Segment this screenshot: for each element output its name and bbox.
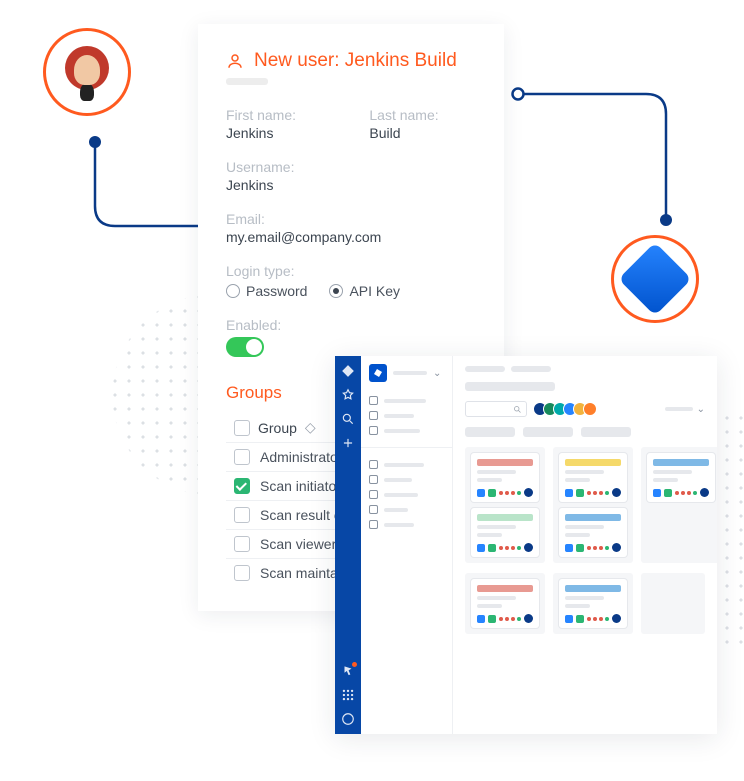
sidebar-item[interactable] xyxy=(369,460,444,469)
group-name: Scan viewers xyxy=(260,536,343,552)
first-name-value[interactable]: Jenkins xyxy=(226,125,333,141)
board-card[interactable] xyxy=(559,579,627,628)
nav-help-icon[interactable] xyxy=(341,712,355,726)
board-column[interactable] xyxy=(553,573,633,634)
project-sidebar: ⌄ xyxy=(361,356,453,734)
board-content: ⌄ xyxy=(453,356,717,734)
breadcrumb xyxy=(465,366,705,372)
login-type-apikey[interactable]: API Key xyxy=(329,283,400,299)
chevron-down-icon[interactable]: ⌄ xyxy=(697,404,705,415)
board-column[interactable] xyxy=(641,447,717,563)
project-icon[interactable] xyxy=(369,364,387,382)
jira-icon xyxy=(618,242,692,316)
board-column[interactable] xyxy=(553,447,633,563)
panel-subtitle-placeholder xyxy=(226,78,268,85)
nav-notifications-icon[interactable] xyxy=(341,664,355,678)
board-swimlane xyxy=(465,447,705,563)
board-toolbar: ⌄ xyxy=(465,401,705,417)
checkbox-icon[interactable] xyxy=(234,565,250,581)
panel-title-text: New user: Jenkins Build xyxy=(254,50,457,72)
sidebar-item[interactable] xyxy=(369,396,444,405)
filter-placeholder[interactable] xyxy=(665,407,693,411)
last-name-label: Last name: xyxy=(369,107,476,123)
chevron-down-icon[interactable]: ⌄ xyxy=(433,368,441,379)
assignee-avatars[interactable] xyxy=(537,402,597,416)
nav-rail xyxy=(335,356,361,734)
sidebar-item[interactable] xyxy=(369,505,444,514)
board-column[interactable] xyxy=(465,573,545,634)
connector-line xyxy=(500,80,680,250)
user-icon xyxy=(226,52,244,70)
nav-star-icon[interactable] xyxy=(341,388,355,402)
sidebar-item[interactable] xyxy=(369,475,444,484)
board-card[interactable] xyxy=(471,453,539,502)
board-card[interactable] xyxy=(471,508,539,557)
board-card[interactable] xyxy=(559,508,627,557)
checkbox-icon[interactable] xyxy=(234,507,250,523)
checkbox-icon[interactable] xyxy=(234,449,250,465)
board-title-placeholder xyxy=(465,382,555,391)
panel-title: New user: Jenkins Build xyxy=(226,50,476,72)
sidebar-item[interactable] xyxy=(369,426,444,435)
jenkins-badge xyxy=(43,28,131,116)
enabled-label: Enabled: xyxy=(226,317,476,333)
board-swimlane xyxy=(465,573,705,634)
column-headers xyxy=(465,427,705,437)
sort-icon[interactable]: ◇ xyxy=(305,419,316,436)
username-label: Username: xyxy=(226,159,476,175)
nav-search-icon[interactable] xyxy=(341,412,355,426)
search-input[interactable] xyxy=(465,401,527,417)
avatar[interactable] xyxy=(583,402,597,416)
checkbox-icon[interactable] xyxy=(234,478,250,494)
sidebar-item[interactable] xyxy=(369,411,444,420)
board-card[interactable] xyxy=(647,453,715,502)
sidebar-item[interactable] xyxy=(369,520,444,529)
username-value[interactable]: Jenkins xyxy=(226,177,476,193)
radio-label: Password xyxy=(246,283,307,299)
nav-apps-icon[interactable] xyxy=(341,688,355,702)
nav-diamond-icon[interactable] xyxy=(341,364,355,378)
checkbox-icon[interactable] xyxy=(234,420,250,436)
first-name-label: First name: xyxy=(226,107,333,123)
email-label: Email: xyxy=(226,211,476,227)
jira-board-panel: ⌄ ⌄ xyxy=(335,356,717,734)
enabled-toggle[interactable] xyxy=(226,337,264,357)
email-value[interactable]: my.email@company.com xyxy=(226,229,476,245)
sidebar-item[interactable] xyxy=(369,490,444,499)
board-card[interactable] xyxy=(471,579,539,628)
group-header-label: Group xyxy=(258,420,297,436)
board-card[interactable] xyxy=(559,453,627,502)
board-column[interactable] xyxy=(641,573,705,634)
nav-add-icon[interactable] xyxy=(341,436,355,450)
jenkins-icon xyxy=(58,43,116,101)
radio-icon xyxy=(329,284,343,298)
radio-label: API Key xyxy=(349,283,400,299)
login-type-password[interactable]: Password xyxy=(226,283,307,299)
jira-badge xyxy=(611,235,699,323)
board-column[interactable] xyxy=(465,447,545,563)
login-type-label: Login type: xyxy=(226,263,476,279)
search-icon xyxy=(513,405,522,414)
project-name-placeholder xyxy=(393,371,427,375)
radio-icon xyxy=(226,284,240,298)
last-name-value[interactable]: Build xyxy=(369,125,476,141)
checkbox-icon[interactable] xyxy=(234,536,250,552)
